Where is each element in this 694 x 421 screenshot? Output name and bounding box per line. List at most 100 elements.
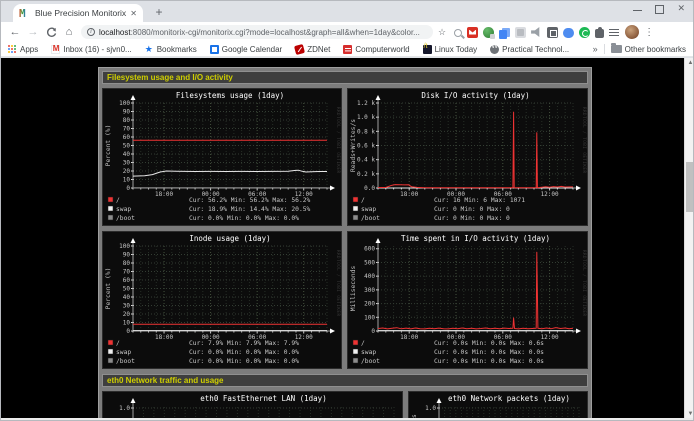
- url-text: localhost:8080/monitorix-cgi/monitorix.c…: [99, 28, 420, 37]
- svg-text:80: 80: [123, 117, 131, 124]
- browser-tab[interactable]: M Blue Precision Monitorix ✕: [13, 4, 143, 22]
- svg-text:eth0 Network packets (1day): eth0 Network packets (1day): [448, 394, 570, 403]
- svg-text:RRDTOOL / TOBI OETIKER: RRDTOOL / TOBI OETIKER: [582, 107, 587, 173]
- calendar-icon: [210, 45, 219, 54]
- close-window-button[interactable]: ✕: [677, 4, 685, 13]
- chart-svg: Filesystems usage (1day)Percent (%)01020…: [103, 89, 341, 225]
- menu-kebab-icon[interactable]: ⋮: [644, 27, 654, 38]
- chart-panel-inode-usage[interactable]: Inode usage (1day)Percent (%)01020304050…: [102, 231, 342, 369]
- apps-grid-icon: [8, 45, 17, 54]
- globe-ext-icon[interactable]: [483, 27, 494, 38]
- svg-text:0: 0: [371, 328, 375, 335]
- bookmarks-divider: [604, 44, 605, 54]
- reading-list-icon[interactable]: [609, 28, 620, 39]
- maximize-button[interactable]: [655, 4, 664, 13]
- bookmark-zdnet[interactable]: ZDNet: [295, 45, 330, 54]
- svg-text:300: 300: [364, 287, 375, 294]
- svg-text:Cur: 18.9% Min: 14.4% Max:: Cur: 18.9% Min: 14.4% Max: 20.5%: [189, 206, 311, 213]
- svg-text:Cur: 0 Min: 0 Max:: Cur: 0 Min: 0 Max: 0: [434, 215, 510, 222]
- browser-toolbar: ← → ⌂ i localhost:8080/monitorix-cgi/mon…: [1, 22, 693, 42]
- svg-text:0.8 k: 0.8 k: [357, 128, 375, 135]
- bookmark-bookmarks[interactable]: ★ Bookmarks: [145, 45, 197, 54]
- new-tab-button[interactable]: +: [151, 5, 167, 21]
- page-content: Filesystem usage and I/O activity Filesy…: [1, 58, 694, 421]
- svg-text:30: 30: [123, 160, 131, 167]
- svg-text:60: 60: [123, 277, 131, 284]
- chart-svg: Inode usage (1day)Percent (%)01020304050…: [103, 232, 341, 368]
- address-bar[interactable]: i localhost:8080/monitorix-cgi/monitorix…: [81, 25, 433, 39]
- svg-text:400: 400: [364, 273, 375, 280]
- tab-close-icon[interactable]: ✕: [130, 9, 137, 18]
- chart-panel-disk-io[interactable]: Disk I/O activity (1day)Reads+Writes/s0.…: [347, 88, 588, 226]
- svg-text:Filesystems usage (1day): Filesystems usage (1day): [176, 91, 284, 100]
- chart-panel-eth0-lan[interactable]: eth0 FastEthernet LAN (1day)1.00.9: [102, 391, 403, 421]
- forward-button[interactable]: →: [25, 24, 41, 40]
- page-info-icon[interactable]: i: [87, 28, 95, 36]
- browser-window: M Blue Precision Monitorix ✕ + ✕ ← → ⌂ i…: [0, 0, 694, 421]
- svg-text:100: 100: [119, 243, 130, 250]
- svg-text:1.2 k: 1.2 k: [357, 100, 375, 107]
- other-bookmarks-label: Other bookmarks: [625, 45, 686, 54]
- other-bookmarks-button[interactable]: Other bookmarks: [611, 45, 686, 54]
- chart-svg: Time spent in I/O activity (1day)Millise…: [348, 232, 587, 368]
- svg-text:RRDTOOL / TOBI OETIKER: RRDTOOL / TOBI OETIKER: [336, 107, 341, 173]
- computerworld-icon: [343, 45, 352, 54]
- gmail-icon: [51, 45, 60, 54]
- bookmark-google-calendar[interactable]: Google Calendar: [210, 45, 282, 54]
- profile-avatar[interactable]: [625, 25, 639, 39]
- scrollbar-thumb[interactable]: [686, 162, 694, 212]
- svg-text:1.0: 1.0: [119, 405, 130, 412]
- minimize-button[interactable]: [633, 4, 642, 13]
- svg-text:200: 200: [364, 301, 375, 308]
- svg-text:swap: swap: [116, 349, 131, 356]
- bookmark-computerworld[interactable]: Computerworld: [343, 45, 409, 54]
- speaker-ext-icon[interactable]: [531, 27, 542, 38]
- svg-text:RRDTOOL / TOBI OETIKER: RRDTOOL / TOBI OETIKER: [336, 250, 341, 316]
- svg-text:/boot: /boot: [361, 215, 380, 222]
- chart-panel-time-io[interactable]: Time spent in I/O activity (1day)Millise…: [347, 231, 588, 369]
- tab-title: Blue Precision Monitorix: [35, 8, 126, 18]
- chart-panel-eth0-packets[interactable]: eth0 Network packets (1day)1.0/s: [408, 391, 588, 421]
- zdnet-icon: [294, 43, 305, 54]
- svg-text:100: 100: [119, 100, 130, 107]
- svg-text:Cur: 0.0% Min: 0.0% Max:: Cur: 0.0% Min: 0.0% Max: 0.0%: [189, 215, 299, 222]
- svg-text:Cur: 56.2% Min: 56.2% Max:: Cur: 56.2% Min: 56.2% Max: 56.2%: [189, 197, 311, 204]
- monitorix-page: Filesystem usage and I/O activity Filesy…: [98, 67, 592, 421]
- svg-text:Time spent in I/O activity (1: Time spent in I/O activity (1day): [401, 234, 550, 243]
- copy-ext-icon[interactable]: [502, 28, 510, 37]
- svg-text:40: 40: [123, 294, 131, 301]
- svg-text:50: 50: [123, 143, 131, 150]
- scrollbar[interactable]: ▲ ▼: [684, 58, 694, 421]
- back-button[interactable]: ←: [7, 24, 23, 40]
- svg-text:swap: swap: [116, 206, 131, 213]
- dark-square-ext-icon[interactable]: [547, 27, 558, 38]
- svg-text:Cur: 0.0% Min: 0.0% Max:: Cur: 0.0% Min: 0.0% Max: 0.0%: [189, 349, 299, 356]
- svg-text:1.0 k: 1.0 k: [357, 114, 375, 121]
- green-circle-ext-icon[interactable]: [579, 27, 590, 38]
- blue-oval-ext-icon[interactable]: [563, 28, 574, 38]
- scroll-up-icon[interactable]: ▲: [685, 58, 694, 69]
- chart-panel-filesystems-usage[interactable]: Filesystems usage (1day)Percent (%)01020…: [102, 88, 342, 226]
- svg-text:20: 20: [123, 168, 131, 175]
- svg-text:Cur: 0.0s Min: 0.0s Max:: Cur: 0.0s Min: 0.0s Max: 0.6s: [434, 340, 544, 347]
- search-ext-icon[interactable]: [454, 29, 462, 37]
- bookmark-linux-today[interactable]: Linux Today: [423, 45, 478, 54]
- mail-ext-icon[interactable]: [467, 27, 478, 38]
- bookmark-practical-technology[interactable]: Practical Technol...: [490, 45, 569, 54]
- bookmark-label: Inbox (16) - sjvn0...: [63, 45, 131, 54]
- svg-text:/boot: /boot: [361, 358, 380, 365]
- svg-text:Cur: 16 Min: 6 Max:: Cur: 16 Min: 6 Max: 1071: [434, 197, 525, 204]
- bookmark-star-icon[interactable]: ☆: [438, 27, 446, 38]
- bookmark-label: Practical Technol...: [502, 45, 569, 54]
- svg-text:/: /: [361, 197, 365, 204]
- svg-text:/: /: [116, 197, 120, 204]
- bookmarks-overflow-chevron[interactable]: »: [593, 44, 598, 54]
- bookmark-apps[interactable]: Apps: [8, 45, 38, 54]
- svg-text:18:00: 18:00: [400, 334, 418, 341]
- svg-text:Cur: 0.0s Min: 0.0s Max:: Cur: 0.0s Min: 0.0s Max: 0.0s: [434, 349, 544, 356]
- gray-ext-icon[interactable]: [515, 27, 526, 38]
- reload-button[interactable]: [43, 24, 59, 40]
- bookmark-inbox[interactable]: Inbox (16) - sjvn0...: [51, 45, 131, 54]
- home-button[interactable]: ⌂: [61, 24, 77, 40]
- extensions-puzzle-icon[interactable]: [595, 29, 604, 38]
